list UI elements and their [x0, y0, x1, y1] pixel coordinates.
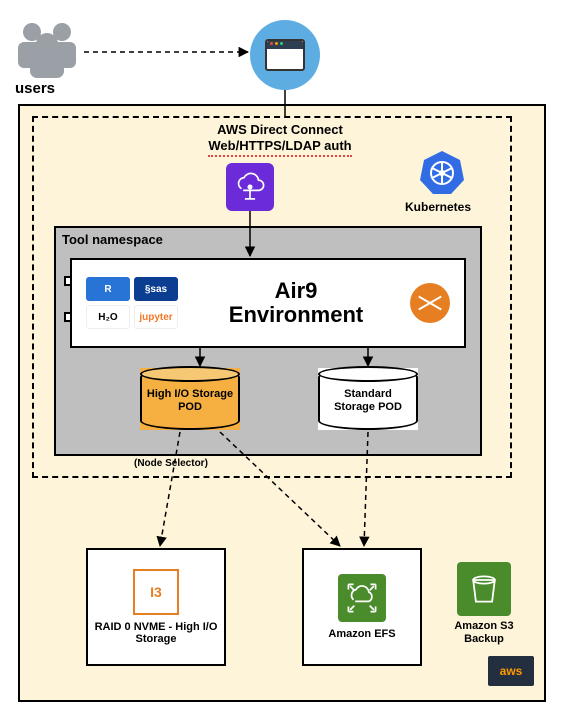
- h2o-icon: H₂O: [86, 305, 130, 329]
- i3-chip-icon: I3: [133, 569, 179, 615]
- r-icon: R: [86, 277, 130, 301]
- kubernetes-icon: [418, 148, 466, 196]
- standard-storage-pod: Standard Storage POD: [318, 368, 418, 430]
- s3-bucket-icon: [457, 562, 511, 616]
- users-icon: [12, 18, 82, 78]
- air9-env-title: Air9 Environment: [182, 279, 410, 327]
- aws-badge-icon: aws: [488, 656, 534, 686]
- connect-line1: AWS Direct Connect: [217, 122, 343, 137]
- browser-icon: [250, 20, 320, 90]
- air9-environment-box: R §sas H₂O jupyter Air9 Environment: [70, 258, 466, 348]
- sas-icon: §sas: [134, 277, 178, 301]
- kubernetes-label: Kubernetes: [405, 200, 471, 214]
- amazon-efs-box: Amazon EFS: [302, 548, 422, 666]
- node-selector-label: (Node Selector): [134, 458, 208, 469]
- tool-icons-group: R §sas H₂O jupyter: [72, 277, 182, 329]
- orange-shell-icon: [410, 283, 450, 323]
- jupyter-icon: jupyter: [134, 305, 178, 329]
- s3-label: Amazon S3 Backup: [444, 620, 524, 645]
- users-label: users: [15, 80, 55, 97]
- env-title-line2: Environment: [229, 302, 363, 327]
- direct-connect-label: AWS Direct Connect Web/HTTPS/LDAP auth: [180, 122, 380, 157]
- architecture-diagram: users AWS Direct Connect Web/HTTPS/LDAP …: [0, 0, 564, 719]
- tool-namespace-title: Tool namespace: [62, 232, 163, 247]
- efs-label: Amazon EFS: [322, 628, 401, 640]
- i3-chip-label: I3: [150, 584, 162, 600]
- connect-line2: Web/HTTPS/LDAP auth: [208, 138, 351, 156]
- high-io-pod-label: High I/O Storage POD: [146, 378, 234, 424]
- raid-label: RAID 0 NVME - High I/O Storage: [88, 621, 224, 645]
- amazon-s3-block: Amazon S3 Backup: [444, 562, 524, 645]
- standard-pod-label: Standard Storage POD: [324, 378, 412, 424]
- env-title-line1: Air9: [275, 278, 318, 303]
- efs-icon: [338, 574, 386, 622]
- cloud-gateway-icon: [226, 163, 274, 211]
- raid-nvme-box: I3 RAID 0 NVME - High I/O Storage: [86, 548, 226, 666]
- high-io-storage-pod: High I/O Storage POD: [140, 368, 240, 430]
